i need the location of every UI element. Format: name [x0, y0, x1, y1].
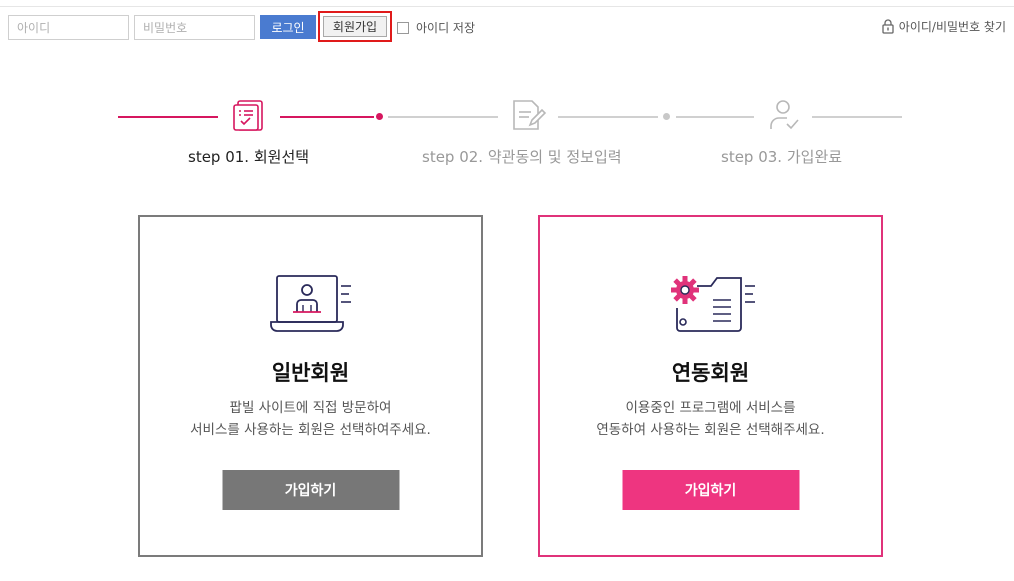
- id-input[interactable]: [8, 15, 129, 40]
- checklist-icon: [233, 98, 265, 136]
- find-account-label: 아이디/비밀번호 찾기: [898, 20, 1006, 34]
- step-dot-1: [376, 113, 383, 120]
- step-line-2b: [558, 116, 658, 118]
- card-desc-line-2: 연동하여 사용하는 회원은 선택해주세요.: [596, 422, 825, 438]
- step-dot-2: [663, 113, 670, 120]
- login-button[interactable]: 로그인: [260, 15, 316, 39]
- step-line-1a: [118, 116, 218, 118]
- save-id-option[interactable]: 아이디 저장: [397, 19, 475, 36]
- signup-steps: step 01. 회원선택 step 02. 약관동의 및 정보입력 step …: [0, 90, 1014, 180]
- step-label-2: step 02. 약관동의 및 정보입력: [422, 148, 622, 166]
- step-line-3b: [812, 116, 902, 118]
- join-button[interactable]: 회원가입: [323, 16, 387, 37]
- step-line-2a: [388, 116, 498, 118]
- linked-join-button[interactable]: 가입하기: [622, 470, 799, 510]
- password-input[interactable]: [134, 15, 255, 40]
- laptop-user-icon: [269, 272, 353, 338]
- save-id-checkbox[interactable]: [397, 21, 409, 34]
- card-desc-line-1: 팝빌 사이트에 직접 방문하여: [229, 400, 392, 416]
- general-join-button[interactable]: 가입하기: [222, 470, 399, 510]
- linked-member-card: 연동회원 이용중인 프로그램에 서비스를 연동하여 사용하는 회원은 선택해주세…: [538, 215, 883, 557]
- gear-folder-icon: [667, 272, 755, 338]
- save-id-label: 아이디 저장: [416, 21, 476, 35]
- general-member-card: 일반회원 팝빌 사이트에 직접 방문하여 서비스를 사용하는 회원은 선택하여주…: [138, 215, 483, 557]
- card-description: 이용중인 프로그램에 서비스를 연동하여 사용하는 회원은 선택해주세요.: [540, 397, 881, 441]
- card-title: 연동회원: [671, 361, 750, 385]
- card-description: 팝빌 사이트에 직접 방문하여 서비스를 사용하는 회원은 선택하여주세요.: [140, 397, 481, 441]
- card-desc-line-1: 이용중인 프로그램에 서비스를: [625, 400, 796, 416]
- join-button-highlight: 회원가입: [318, 11, 392, 42]
- card-title: 일반회원: [271, 361, 350, 385]
- step-label-3: step 03. 가입완료: [721, 148, 843, 166]
- step-line-3a: [676, 116, 754, 118]
- edit-document-icon: [511, 98, 547, 136]
- lock-icon: [882, 19, 894, 34]
- card-desc-line-2: 서비스를 사용하는 회원은 선택하여주세요.: [190, 422, 431, 438]
- step-line-1b: [280, 116, 374, 118]
- step-label-1: step 01. 회원선택: [188, 148, 310, 166]
- user-check-icon: [768, 98, 802, 136]
- login-bar: 로그인 회원가입 아이디 저장 아이디/비밀번호 찾기: [0, 6, 1014, 44]
- find-account-link[interactable]: 아이디/비밀번호 찾기: [882, 18, 1006, 35]
